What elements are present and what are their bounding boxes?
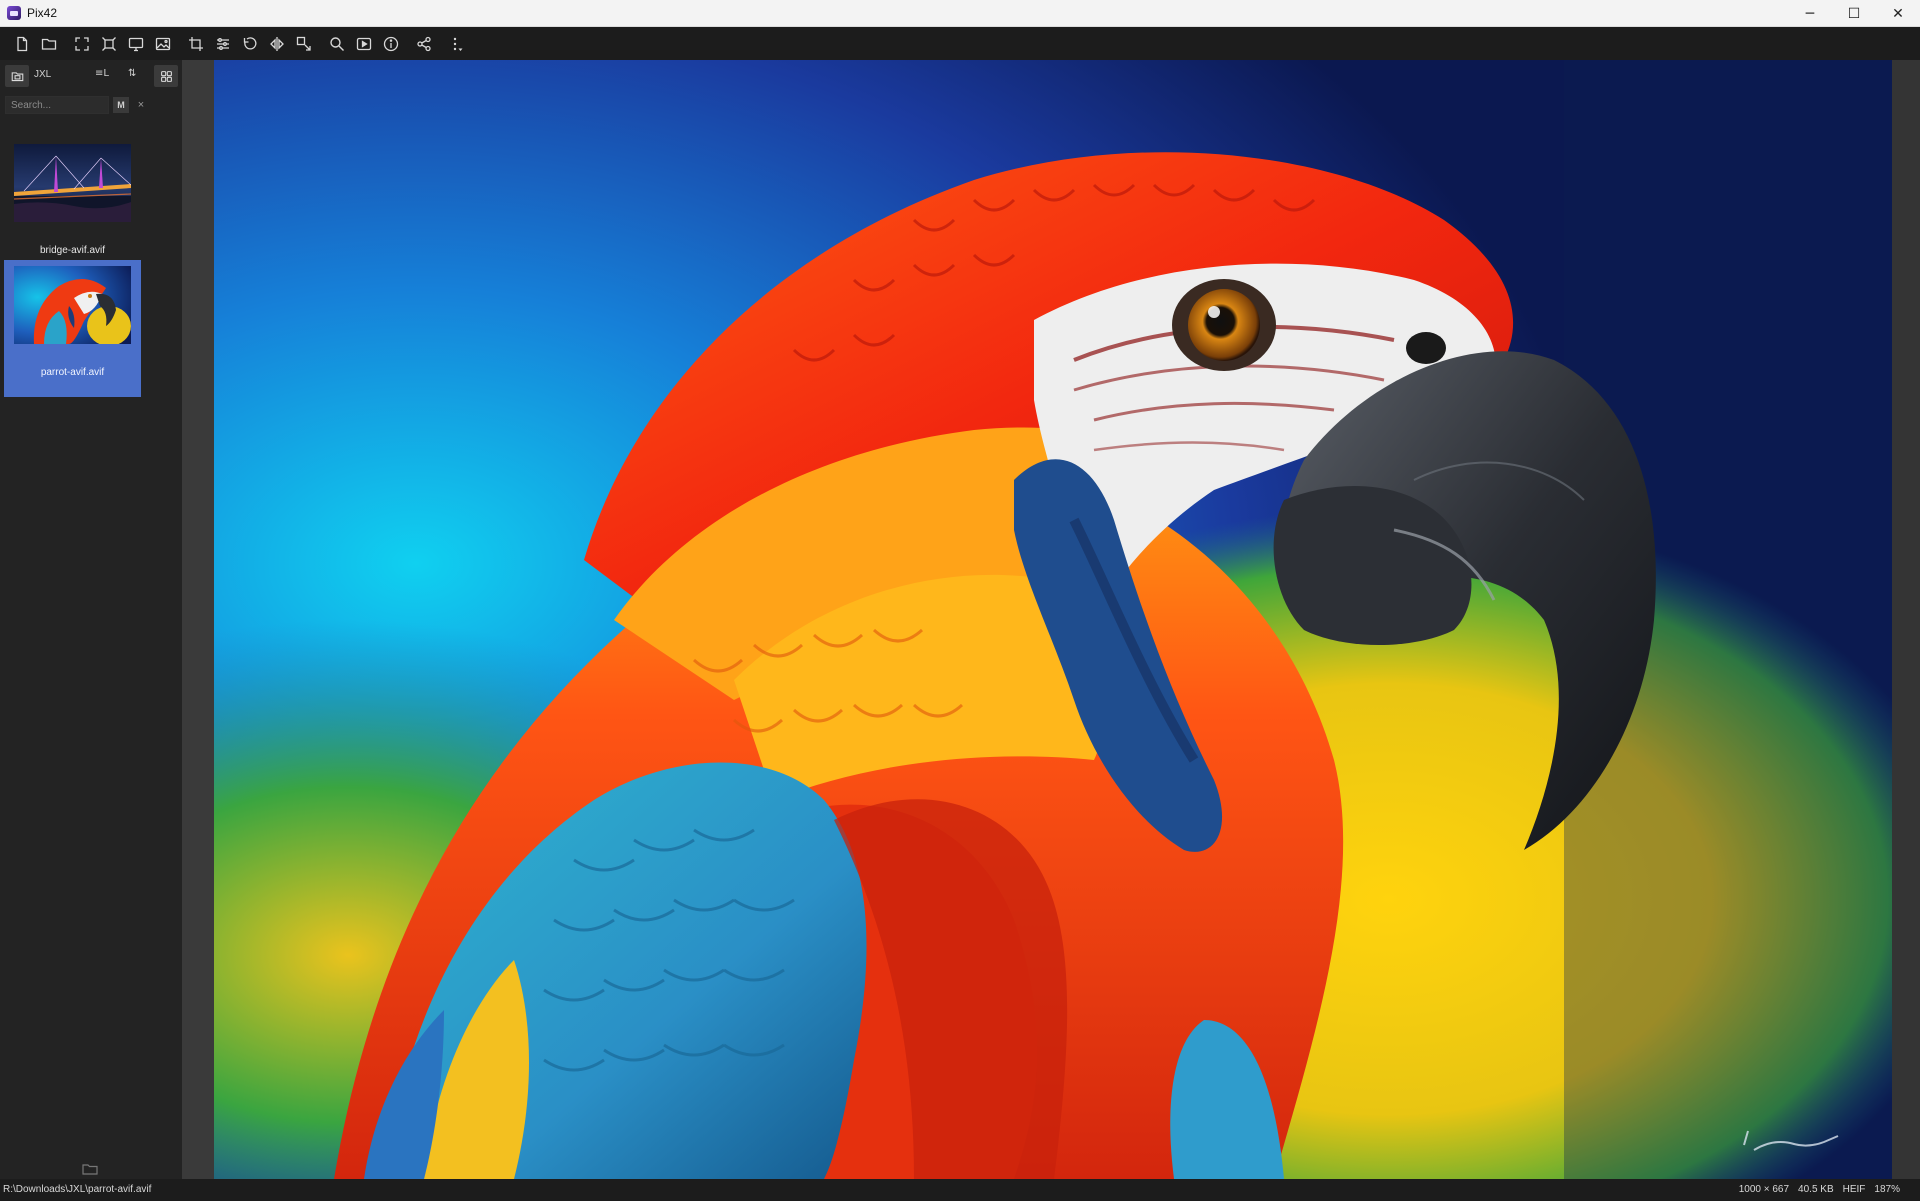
- thumbnail-label: parrot-avif.avif: [40, 367, 105, 378]
- image-info: 1000 × 667 40.5 KB HEIF 187%: [1739, 1184, 1900, 1195]
- zoom-level: 187%: [1874, 1184, 1900, 1195]
- viewer-right-margin: [1892, 60, 1920, 1179]
- wallpaper-icon[interactable]: [149, 30, 176, 57]
- minimize-button[interactable]: ─: [1788, 0, 1832, 27]
- folder-tree-icon[interactable]: [82, 1162, 98, 1175]
- play-icon[interactable]: [350, 30, 377, 57]
- thumbnail-label: bridge-avif.avif: [39, 245, 106, 256]
- file-path: R:\Downloads\JXL\parrot-avif.avif: [3, 1184, 152, 1195]
- window-controls: ─ ☐ ✕: [1788, 0, 1920, 27]
- info-icon[interactable]: [377, 30, 404, 57]
- maximize-button[interactable]: ☐: [1832, 0, 1876, 27]
- file-format: HEIF: [1842, 1184, 1866, 1195]
- fullscreen-icon[interactable]: [68, 30, 95, 57]
- flip-icon[interactable]: [263, 30, 290, 57]
- search-input[interactable]: [5, 96, 109, 114]
- title-bar: Pix42 ─ ☐ ✕: [0, 0, 1920, 27]
- zoom-icon[interactable]: [323, 30, 350, 57]
- folder-icon[interactable]: [5, 65, 29, 87]
- thumbnail-item-bridge[interactable]: bridge-avif.avif: [4, 138, 141, 275]
- status-bar: R:\Downloads\JXL\parrot-avif.avif 1000 ×…: [0, 1179, 1920, 1201]
- crop-icon[interactable]: [182, 30, 209, 57]
- folder-label: JXL: [34, 69, 52, 80]
- resize-icon[interactable]: [290, 30, 317, 57]
- sort-order-button[interactable]: ⇅: [128, 68, 136, 79]
- close-button[interactable]: ✕: [1876, 0, 1920, 27]
- thumbnail-sidebar: JXL ≡L ⇅ M ×: [0, 60, 182, 1179]
- new-file-icon[interactable]: [8, 30, 35, 57]
- more-icon[interactable]: [443, 30, 470, 57]
- search-row: M ×: [0, 94, 182, 118]
- parrot-image: [214, 60, 1892, 1179]
- sidebar-header: JXL ≡L ⇅: [0, 60, 182, 92]
- main-toolbar: [0, 27, 1920, 60]
- sort-by-button[interactable]: ≡L: [95, 68, 109, 79]
- grid-view-icon[interactable]: [154, 65, 178, 87]
- window-title: Pix42: [27, 6, 58, 20]
- bridge-thumbnail-image: [14, 144, 131, 222]
- parrot-thumbnail-image: [14, 266, 131, 344]
- adjust-icon[interactable]: [209, 30, 236, 57]
- image-dimensions: 1000 × 667: [1738, 1184, 1790, 1195]
- slideshow-monitor-icon[interactable]: [122, 30, 149, 57]
- thumbnail-item-parrot[interactable]: parrot-avif.avif: [4, 260, 141, 397]
- file-size: 40.5 KB: [1798, 1184, 1834, 1195]
- image-viewer[interactable]: [214, 60, 1892, 1179]
- match-button[interactable]: M: [113, 97, 129, 113]
- clear-search-button[interactable]: ×: [134, 97, 148, 113]
- fit-window-icon[interactable]: [95, 30, 122, 57]
- sidebar-gutter: [182, 60, 214, 1179]
- app-logo-icon: [7, 6, 21, 20]
- rotate-icon[interactable]: [236, 30, 263, 57]
- share-icon[interactable]: [410, 30, 437, 57]
- open-folder-icon[interactable]: [35, 30, 62, 57]
